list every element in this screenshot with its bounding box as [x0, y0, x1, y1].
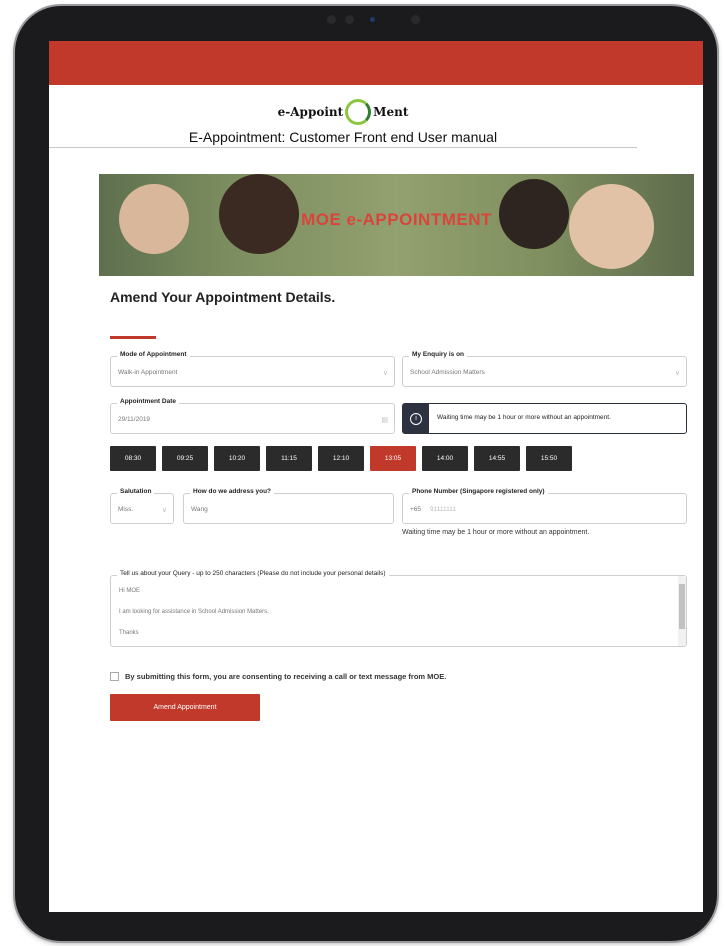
info-icon: i — [410, 412, 422, 425]
info-box: i Waiting time may be 1 hour or more wit… — [402, 403, 687, 434]
salutation-value: Miss. — [118, 506, 134, 513]
amend-appointment-button[interactable]: Amend Appointment — [110, 694, 260, 721]
chevron-down-icon: ∨ — [382, 370, 388, 377]
chevron-down-icon: ∨ — [161, 507, 167, 514]
time-slot[interactable]: 10:20 — [214, 446, 260, 471]
time-slot[interactable]: 09:25 — [162, 446, 208, 471]
query-label: Tell us about your Query - up to 250 cha… — [117, 570, 389, 577]
phone-placeholder: 91111111 — [430, 506, 457, 513]
logo-text-right: Ment — [373, 105, 409, 119]
time-slot-selected[interactable]: 13:05 — [370, 446, 416, 471]
hero-banner: MOE e-APPOINTMENT — [99, 174, 694, 276]
date-label: Appointment Date — [117, 398, 179, 405]
date-field[interactable]: Appointment Date 29/11/2019 ▤ — [110, 398, 395, 434]
name-label: How do we address you? — [190, 488, 275, 495]
logo-ring-icon — [345, 99, 372, 125]
logo: e-Appoint Ment — [277, 99, 409, 125]
textarea-scrollbar[interactable] — [678, 576, 686, 646]
camera-dot — [345, 15, 354, 24]
mode-value: Walk-in Appointment — [118, 369, 178, 376]
chevron-down-icon: ∨ — [674, 370, 680, 377]
page-title: Amend Your Appointment Details. — [110, 289, 336, 305]
phone-input[interactable]: Phone Number (Singapore registered only)… — [402, 488, 687, 524]
camera-dot — [327, 15, 336, 24]
time-slot[interactable]: 14:00 — [422, 446, 468, 471]
phone-label: Phone Number (Singapore registered only) — [409, 488, 548, 495]
time-slot-list: 08:30 09:25 10:20 11:15 12:10 13:05 14:0… — [110, 446, 572, 471]
document-title: E-Appointment: Customer Front end User m… — [188, 129, 498, 145]
scrollbar-thumb[interactable] — [679, 584, 685, 629]
salutation-label: Salutation — [117, 488, 155, 495]
camera-lens — [370, 17, 375, 22]
title-accent — [110, 336, 156, 339]
time-slot[interactable]: 15:50 — [526, 446, 572, 471]
screen: e-Appoint Ment E-Appointment: Customer F… — [49, 41, 703, 912]
date-value: 29/11/2019 — [118, 416, 151, 423]
enquiry-select[interactable]: My Enquiry is on School Admission Matter… — [402, 351, 687, 387]
form-area: Amend Your Appointment Details. Mode of … — [110, 289, 687, 721]
name-input[interactable]: How do we address you? Wang — [183, 488, 394, 524]
name-value: Wang — [191, 506, 208, 513]
info-message: Waiting time may be 1 hour or more witho… — [437, 414, 611, 421]
time-slot[interactable]: 14:55 — [474, 446, 520, 471]
top-bar — [49, 41, 703, 85]
banner-title: MOE e-APPOINTMENT — [301, 210, 492, 229]
document-header: e-Appoint Ment E-Appointment: Customer F… — [49, 85, 637, 148]
consent-text: By submitting this form, you are consent… — [125, 672, 447, 681]
query-line: I am looking for assistance in School Ad… — [119, 609, 269, 615]
query-textarea[interactable]: Tell us about your Query - up to 250 cha… — [110, 570, 687, 647]
enquiry-value: School Admission Matters — [410, 369, 485, 376]
consent-checkbox[interactable] — [110, 672, 119, 681]
logo-text-left: e-Appoint — [277, 105, 344, 119]
tablet-frame: e-Appoint Ment E-Appointment: Customer F… — [15, 6, 717, 941]
time-slot[interactable]: 12:10 — [318, 446, 364, 471]
phone-prefix: +65 — [410, 506, 422, 513]
calendar-icon[interactable]: ▤ — [381, 416, 388, 424]
info-icon-box: i — [403, 404, 429, 433]
salutation-select[interactable]: Salutation Miss. ∨ — [110, 488, 174, 524]
enquiry-label: My Enquiry is on — [409, 351, 468, 358]
query-line: Thanks — [119, 630, 139, 636]
mode-label: Mode of Appointment — [117, 351, 190, 358]
time-slot[interactable]: 08:30 — [110, 446, 156, 471]
camera-dot — [411, 15, 420, 24]
phone-note: Waiting time may be 1 hour or more witho… — [402, 529, 590, 536]
consent-row: By submitting this form, you are consent… — [110, 672, 446, 681]
time-slot[interactable]: 11:15 — [266, 446, 312, 471]
mode-select[interactable]: Mode of Appointment Walk-in Appointment … — [110, 351, 395, 387]
query-line: Hi MOE — [119, 588, 140, 594]
